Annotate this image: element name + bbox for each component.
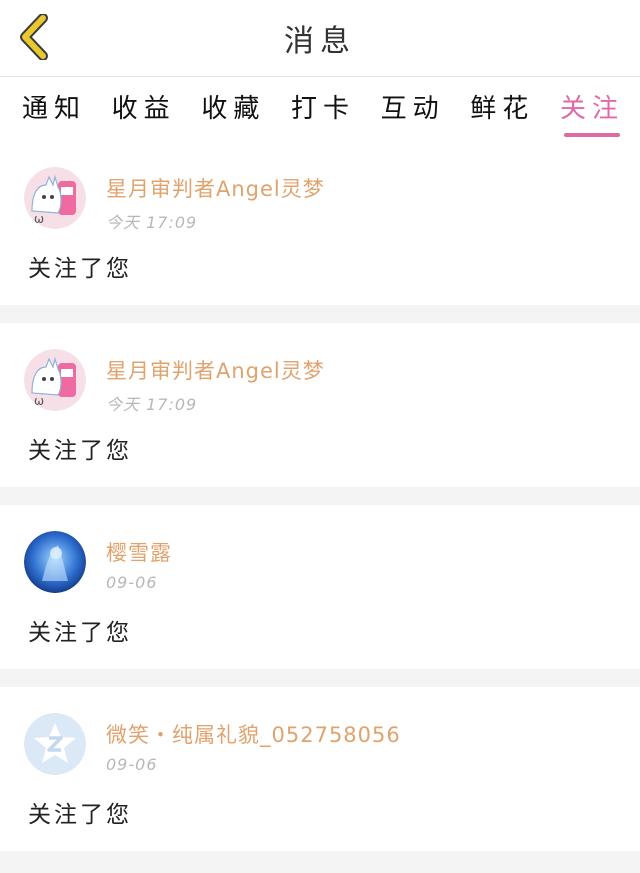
username[interactable]: 星月审判者Angel灵梦: [106, 173, 325, 203]
page-title: 消息: [284, 24, 356, 59]
message-text: 关注了您: [28, 620, 132, 646]
list-item[interactable]: 樱雪露 09-06 关注了您: [0, 505, 640, 669]
message-text: 关注了您: [28, 438, 132, 464]
cat-avatar-icon: ω: [24, 167, 86, 229]
list-item[interactable]: ω 星月审判者Angel灵梦 今天 17:09 关注了您: [0, 141, 640, 305]
timestamp: 今天 17:09: [106, 213, 198, 232]
tab-bar: 通知 收益 收藏 打卡 互动 鲜花 关注: [0, 77, 640, 141]
timestamp: 09-06: [106, 573, 158, 592]
cat-avatar-icon: ω: [24, 349, 86, 411]
list-item[interactable]: 微笑・纯属礼貌_052758056 09-06 关注了您: [0, 687, 640, 851]
top-bar: 消息: [0, 0, 640, 77]
message-text: 关注了您: [28, 256, 132, 282]
timestamp: 09-06: [106, 755, 158, 774]
username[interactable]: 樱雪露: [106, 537, 172, 567]
tab-follows[interactable]: 关注: [554, 82, 630, 137]
avatar[interactable]: ω: [24, 349, 86, 411]
tab-earnings[interactable]: 收益: [106, 82, 182, 137]
timestamp: 今天 17:09: [106, 395, 198, 414]
tab-notifications[interactable]: 通知: [16, 82, 92, 137]
tab-flowers[interactable]: 鲜花: [464, 82, 540, 137]
svg-text:ω: ω: [34, 394, 44, 408]
message-list: ω 星月审判者Angel灵梦 今天 17:09 关注了您 ω 星月审判者Ange…: [0, 141, 640, 851]
blue-art-avatar-icon: [24, 531, 86, 593]
default-z-avatar-icon: [24, 713, 86, 775]
tab-checkin[interactable]: 打卡: [285, 82, 361, 137]
avatar[interactable]: [24, 531, 86, 593]
tab-favorites[interactable]: 收藏: [195, 82, 271, 137]
username[interactable]: 星月审判者Angel灵梦: [106, 355, 325, 385]
avatar[interactable]: ω: [24, 167, 86, 229]
svg-text:ω: ω: [34, 212, 44, 226]
username[interactable]: 微笑・纯属礼貌_052758056: [106, 719, 401, 749]
list-item[interactable]: ω 星月审判者Angel灵梦 今天 17:09 关注了您: [0, 323, 640, 487]
avatar[interactable]: [24, 713, 86, 775]
message-text: 关注了您: [28, 802, 132, 828]
tab-interactions[interactable]: 互动: [375, 82, 451, 137]
